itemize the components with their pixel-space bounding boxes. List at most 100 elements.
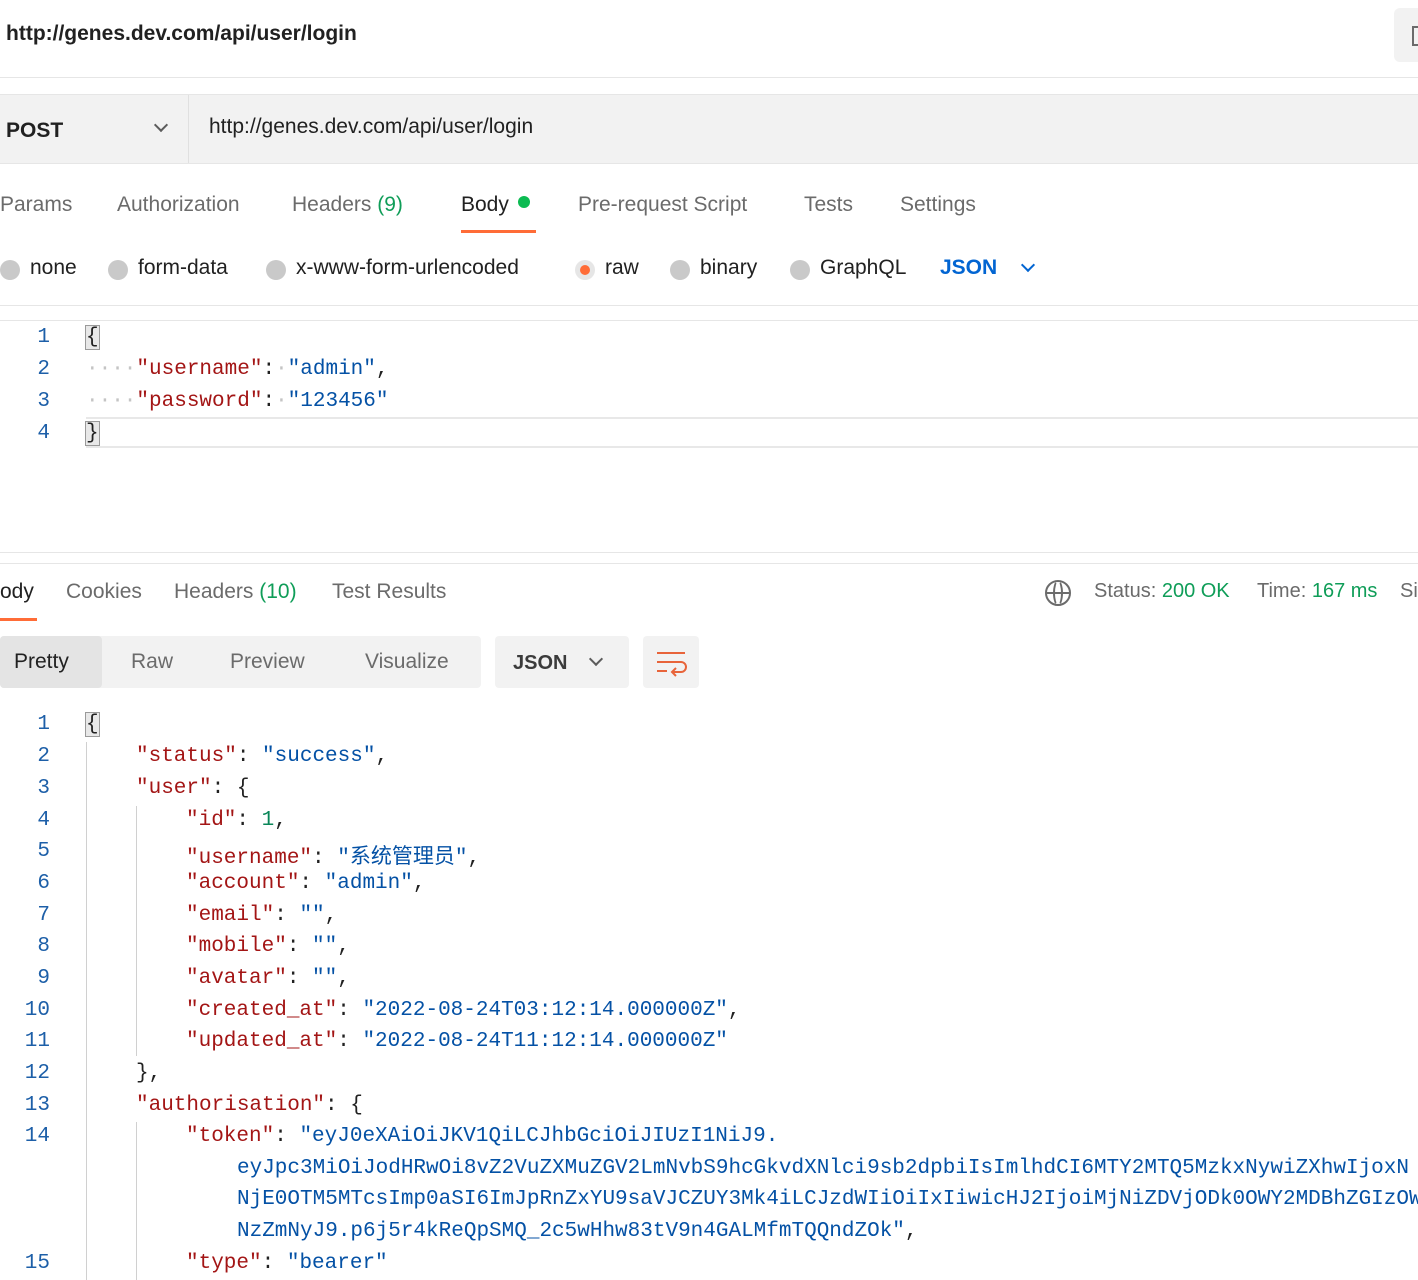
line-number: 8 — [37, 935, 50, 958]
line-number: 3 — [37, 390, 50, 413]
code-line: "authorisation": { — [136, 1094, 363, 1117]
tab-headers-count: (9) — [377, 193, 403, 216]
active-tab-indicator — [461, 230, 536, 233]
tab-params[interactable]: Params — [0, 193, 72, 217]
line-number: 1 — [37, 713, 50, 736]
response-divider[interactable] — [0, 552, 1418, 564]
line-number: 7 — [37, 904, 50, 927]
code-line: "account": "admin", — [186, 872, 426, 895]
view-visualize-button[interactable]: Visualize — [365, 636, 449, 688]
code-line: ····"username":·"admin", — [86, 358, 389, 381]
radio-graphql-label[interactable]: GraphQL — [820, 256, 906, 280]
radio-urlencoded-label[interactable]: x-www-form-urlencoded — [296, 256, 519, 280]
tab-headers[interactable]: Headers (9) — [292, 193, 403, 217]
line-number: 4 — [37, 809, 50, 832]
line-number: 2 — [37, 745, 50, 768]
code-line-wrapped: NjE0OTM5MTcsImp0aSI6ImJpRnZxYU9saVJCZUY3… — [237, 1188, 1418, 1211]
method-select[interactable]: POST — [0, 95, 189, 163]
view-preview-button[interactable]: Preview — [230, 636, 305, 688]
brace-match: } — [85, 421, 100, 446]
line-number: 2 — [37, 358, 50, 381]
view-raw-button[interactable]: Raw — [131, 636, 173, 688]
status-value: 200 OK — [1161, 580, 1230, 602]
response-tab-cookies[interactable]: Cookies — [66, 580, 142, 604]
body-language-select[interactable]: JSON — [940, 256, 997, 280]
globe-icon[interactable] — [1045, 580, 1071, 606]
tab-headers-label: Headers — [292, 193, 372, 216]
radio-none-label[interactable]: none — [30, 256, 77, 280]
line-number: 4 — [37, 422, 50, 445]
request-title-bar: http://genes.dev.com/api/user/login — [0, 0, 1418, 78]
radio-form-data-label[interactable]: form-data — [138, 256, 228, 280]
method-label: POST — [6, 119, 64, 142]
code-line: }, — [136, 1062, 162, 1085]
line-number: 13 — [24, 1094, 50, 1117]
view-mode-group: Pretty Raw Preview Visualize — [0, 636, 481, 688]
code-line: { — [85, 712, 100, 737]
radio-raw-label[interactable]: raw — [605, 256, 639, 280]
code-line-wrapped: NzZmNyJ9.p6j5r4kReQpSMQ_2c5wHhw83tV9n4GA… — [237, 1220, 918, 1243]
tab-pre-request-script[interactable]: Pre-request Script — [578, 193, 747, 217]
line-number: 5 — [37, 840, 50, 863]
line-number: 10 — [24, 999, 50, 1022]
radio-binary-label[interactable]: binary — [700, 256, 757, 280]
radio-none[interactable] — [0, 260, 20, 280]
radio-raw[interactable] — [575, 260, 595, 280]
radio-binary[interactable] — [670, 260, 690, 280]
chevron-down-icon — [588, 651, 604, 667]
radio-form-data[interactable] — [108, 260, 128, 280]
tab-body-label: Body — [461, 193, 509, 216]
tab-settings[interactable]: Settings — [900, 193, 976, 217]
wrap-lines-button[interactable] — [643, 636, 699, 688]
chevron-down-icon — [153, 117, 169, 133]
response-tab-headers-count: (10) — [259, 580, 297, 603]
response-tab-headers[interactable]: Headers (10) — [174, 580, 297, 604]
indent-guide — [136, 1122, 137, 1280]
line-number: 3 — [37, 777, 50, 800]
tab-body[interactable]: Body — [461, 193, 530, 217]
radio-graphql[interactable] — [790, 260, 810, 280]
line-number: 14 — [24, 1125, 50, 1148]
tab-authorization[interactable]: Authorization — [117, 193, 240, 217]
request-title[interactable]: http://genes.dev.com/api/user/login — [6, 22, 357, 46]
format-label: JSON — [513, 652, 568, 674]
line-number: 12 — [24, 1062, 50, 1085]
response-size[interactable]: Si — [1400, 580, 1418, 603]
json-value: "123456" — [287, 390, 389, 413]
panel-icon — [1412, 26, 1418, 46]
indent-guide — [136, 806, 137, 1056]
side-panel-button[interactable] — [1394, 8, 1418, 62]
radio-urlencoded[interactable] — [266, 260, 286, 280]
indent-guide — [86, 742, 87, 1280]
body-type-selector: none form-data x-www-form-urlencoded raw… — [0, 252, 1418, 288]
url-input[interactable] — [209, 115, 1389, 139]
request-bar: POST — [0, 94, 1418, 164]
code-line: "user": { — [136, 777, 250, 800]
code-line: "token": "eyJ0eXAiOiJKV1QiLCJhbGciOiJIUz… — [186, 1125, 779, 1148]
code-line: "mobile": "", — [186, 935, 350, 958]
line-number: 6 — [37, 872, 50, 895]
code-line-wrapped: eyJpc3MiOiJodHRwOi8vZ2VuZXMuZGV2LmNvbS9h… — [237, 1157, 1409, 1180]
code-line: "username": "系统管理员", — [186, 847, 481, 870]
code-line: } — [85, 421, 100, 446]
view-pretty-button[interactable]: Pretty — [0, 636, 102, 688]
line-number: 1 — [37, 326, 50, 349]
format-select[interactable]: JSON — [495, 636, 629, 688]
code-line: "id": 1, — [186, 809, 287, 832]
json-value: "admin" — [287, 358, 376, 381]
json-key: "username" — [136, 358, 263, 381]
response-tab-test-results[interactable]: Test Results — [332, 580, 446, 604]
code-line: ····"password":·"123456" — [86, 390, 389, 413]
response-status: Status: 200 OK — [1094, 580, 1230, 602]
response-tab-body[interactable]: ody — [0, 580, 34, 604]
tab-tests[interactable]: Tests — [804, 193, 853, 217]
active-response-tab-indicator — [0, 618, 37, 621]
brace-match: { — [85, 325, 100, 350]
editor-divider — [0, 305, 1418, 321]
code-line: "created_at": "2022-08-24T03:12:14.00000… — [186, 999, 741, 1022]
chevron-down-icon[interactable] — [1020, 257, 1036, 273]
brace-match: { — [85, 712, 100, 737]
code-line: "avatar": "", — [186, 967, 350, 990]
code-line: "updated_at": "2022-08-24T11:12:14.00000… — [186, 1030, 728, 1053]
time-value: 167 ms — [1311, 580, 1378, 602]
